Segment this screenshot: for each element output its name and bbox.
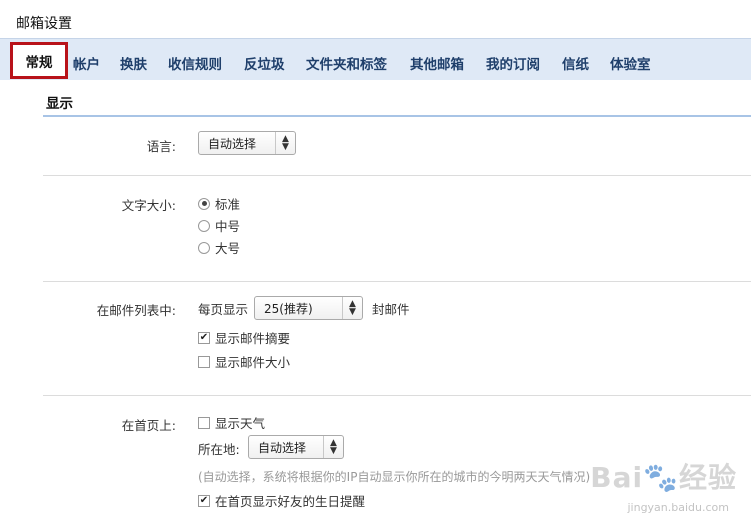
tab-account[interactable]: 帐户 bbox=[73, 53, 100, 73]
show-size-checkbox[interactable] bbox=[198, 355, 210, 368]
location-label: 所在地: bbox=[198, 442, 240, 457]
font-size-option-medium[interactable]: 中号 bbox=[198, 216, 240, 235]
location-select[interactable]: 自动选择 ▲ ▼ bbox=[248, 435, 344, 459]
font-size-option-label: 大号 bbox=[215, 241, 241, 256]
language-select[interactable]: 自动选择 ▲ ▼ bbox=[198, 131, 296, 155]
divider bbox=[43, 395, 751, 396]
mail-list-label: 在邮件列表中: bbox=[96, 303, 176, 318]
per-page-suffix: 封邮件 bbox=[372, 302, 410, 317]
show-size-option[interactable]: 显示邮件大小 bbox=[198, 352, 290, 371]
tab-skin[interactable]: 换肤 bbox=[120, 53, 147, 73]
font-size-option-standard[interactable]: 标准 bbox=[198, 194, 240, 213]
section-title: 显示 bbox=[46, 96, 73, 112]
radio-standard[interactable] bbox=[198, 197, 210, 210]
tab-other-mailboxes[interactable]: 其他邮箱 bbox=[410, 53, 464, 73]
show-birthday-checkbox[interactable]: ✔ bbox=[198, 494, 210, 507]
show-weather-checkbox[interactable] bbox=[198, 416, 210, 429]
show-weather-option[interactable]: 显示天气 bbox=[198, 413, 265, 432]
radio-large[interactable] bbox=[198, 241, 210, 254]
show-weather-label: 显示天气 bbox=[215, 416, 266, 431]
language-select-value: 自动选择 bbox=[208, 136, 257, 151]
watermark-url: jingyan.baidu.com bbox=[627, 501, 729, 514]
tab-folders-labels[interactable]: 文件夹和标签 bbox=[306, 53, 387, 73]
page-title: 邮箱设置 bbox=[16, 16, 72, 32]
settings-content: 显示 语言: 自动选择 ▲ ▼ 文字大小: 标准 中号 大号 在邮件列表中: 每页… bbox=[0, 80, 751, 520]
section-title-rule bbox=[43, 115, 751, 117]
show-birthday-option[interactable]: ✔ 在首页显示好友的生日提醒 bbox=[198, 491, 365, 510]
font-size-option-large[interactable]: 大号 bbox=[198, 238, 240, 257]
font-size-option-label: 中号 bbox=[215, 219, 241, 234]
show-summary-option[interactable]: ✔ 显示邮件摘要 bbox=[198, 328, 290, 347]
tab-labs[interactable]: 体验室 bbox=[610, 53, 651, 73]
homepage-label: 在首页上: bbox=[121, 418, 176, 433]
per-page-prefix: 每页显示 bbox=[198, 302, 249, 317]
tab-anti-spam[interactable]: 反垃圾 bbox=[244, 53, 285, 73]
divider bbox=[43, 175, 751, 176]
select-arrows-icon: ▲ ▼ bbox=[275, 132, 295, 154]
show-summary-checkbox[interactable]: ✔ bbox=[198, 331, 210, 344]
settings-tabbar: 常规 帐户 换肤 收信规则 反垃圾 文件夹和标签 其他邮箱 我的订阅 信纸 体验… bbox=[0, 38, 751, 80]
font-size-option-label: 标准 bbox=[215, 197, 241, 212]
select-arrows-icon: ▲ ▼ bbox=[342, 297, 362, 319]
show-summary-label: 显示邮件摘要 bbox=[215, 331, 291, 346]
tab-inbox-rules[interactable]: 收信规则 bbox=[168, 53, 222, 73]
tab-general[interactable]: 常规 bbox=[10, 42, 68, 79]
watermark-logo: Bai🐾经验 bbox=[590, 461, 737, 494]
tab-my-subscriptions[interactable]: 我的订阅 bbox=[486, 53, 540, 73]
tab-stationery[interactable]: 信纸 bbox=[562, 53, 589, 73]
language-label: 语言: bbox=[146, 139, 176, 154]
per-page-select[interactable]: 25(推荐) ▲ ▼ bbox=[254, 296, 363, 320]
location-select-value: 自动选择 bbox=[258, 440, 307, 455]
select-arrows-icon: ▲ ▼ bbox=[323, 436, 343, 458]
font-size-label: 文字大小: bbox=[121, 198, 176, 213]
show-size-label: 显示邮件大小 bbox=[215, 355, 291, 370]
per-page-select-value: 25(推荐) bbox=[264, 301, 313, 316]
radio-medium[interactable] bbox=[198, 219, 210, 232]
show-birthday-label: 在首页显示好友的生日提醒 bbox=[215, 494, 366, 509]
divider bbox=[43, 281, 751, 282]
